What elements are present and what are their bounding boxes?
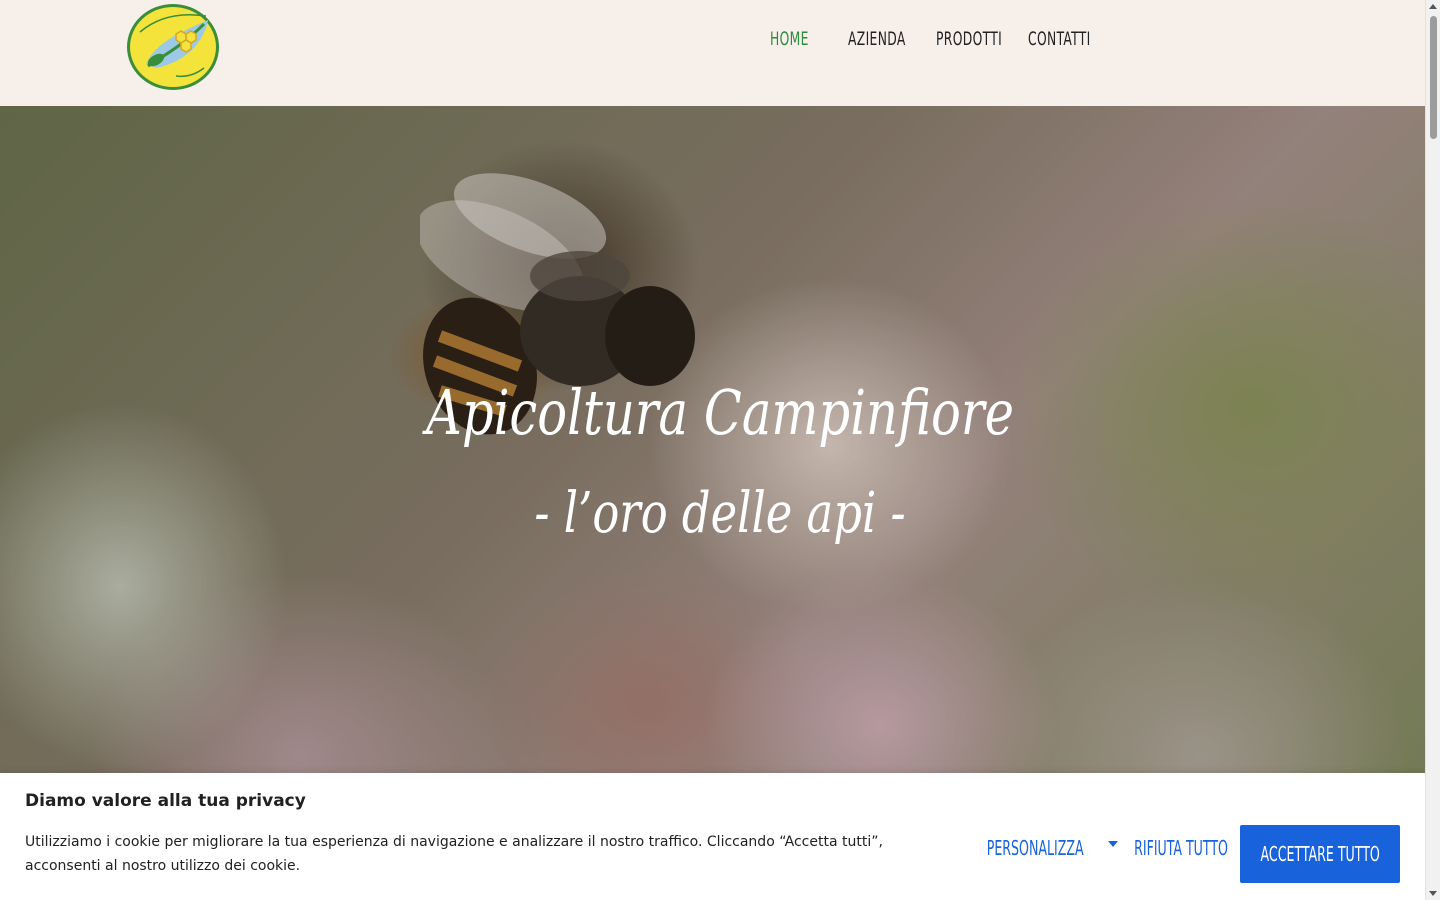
hero-subtitle: - l’oro delle api - [534,481,906,546]
customize-button[interactable]: PERSONALIZZA [966,836,1119,860]
nav-azienda[interactable]: AZIENDA [848,28,906,50]
page-scrollbar[interactable] [1425,0,1440,900]
logo-emblem-icon [127,4,219,90]
nav-home[interactable]: HOME [770,28,809,50]
cookie-banner: Diamo valore alla tua privacy Utilizziam… [0,773,1425,900]
accept-all-button[interactable]: ACCETTARE TUTTO [1240,825,1400,883]
reject-all-button[interactable]: RIFIUTA TUTTO [1114,836,1248,860]
nav-prodotti[interactable]: PRODOTTI [936,28,1002,50]
main-nav: HOME AZIENDA PRODOTTI CONTATTI [770,28,1092,50]
hero-title: Apicoltura Campinfiore [426,376,1014,449]
customize-label: PERSONALIZZA [986,836,1084,860]
site-logo[interactable] [126,2,221,92]
nav-contatti[interactable]: CONTATTI [1028,28,1091,50]
reject-label: RIFIUTA TUTTO [1134,836,1228,860]
cookie-title: Diamo valore alla tua privacy [25,791,306,811]
cookie-description: Utilizziamo i cookie per migliorare la t… [25,834,883,874]
scroll-up-arrow-icon[interactable] [1429,4,1437,9]
scroll-thumb[interactable] [1430,16,1437,139]
scroll-down-arrow-icon[interactable] [1429,891,1437,896]
site-header: HOME AZIENDA PRODOTTI CONTATTI [0,0,1425,106]
accept-label: ACCETTARE TUTTO [1260,842,1380,866]
